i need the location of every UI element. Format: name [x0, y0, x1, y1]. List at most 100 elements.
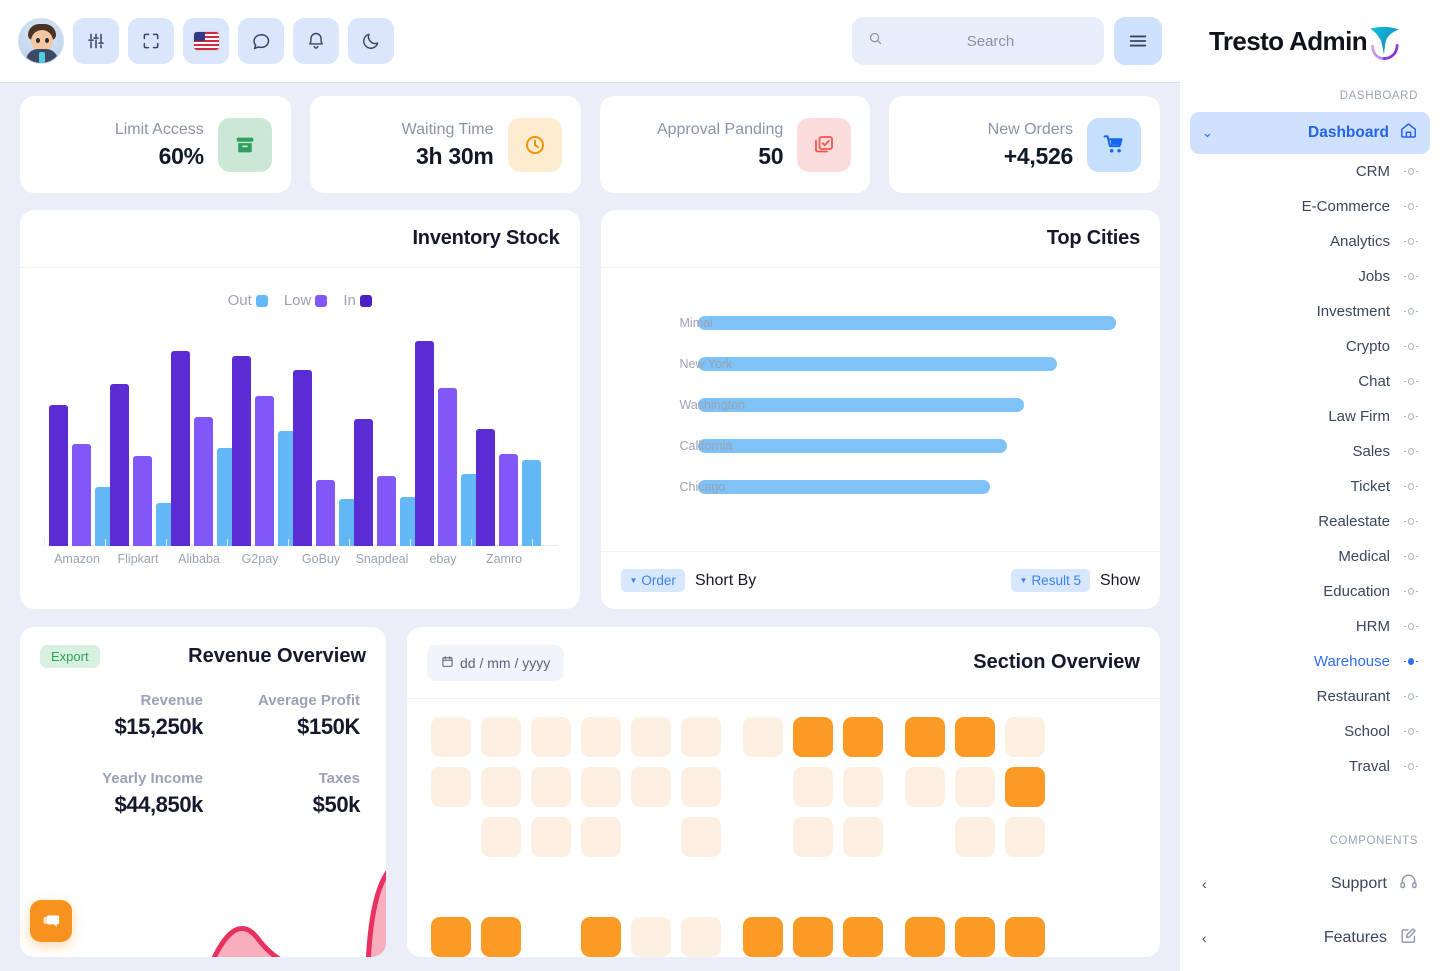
heatmap-cell[interactable] [743, 717, 783, 757]
sidebar-item-warehouse[interactable]: Warehouse [1190, 644, 1430, 679]
city-bar[interactable] [697, 315, 1116, 330]
city-bar-row[interactable]: New York [601, 343, 1161, 384]
heatmap-cell[interactable] [743, 917, 783, 957]
heatmap-cell[interactable] [681, 917, 721, 957]
sidebar-item-school[interactable]: School [1190, 714, 1430, 749]
bell-icon[interactable] [293, 18, 339, 64]
heatmap-cell[interactable] [843, 817, 883, 857]
sidebar-item-restaurant[interactable]: Restaurant [1190, 679, 1430, 714]
bar-low[interactable] [72, 444, 91, 546]
heatmap-cell[interactable] [843, 917, 883, 957]
avatar[interactable] [18, 18, 64, 64]
stat-card-waiting-time[interactable]: Waiting Time 3h 30m [309, 96, 581, 193]
bar-low[interactable] [438, 387, 457, 546]
heatmap-cell[interactable] [531, 767, 571, 807]
sidebar-item-jobs[interactable]: Jobs [1190, 259, 1430, 294]
heatmap-cell[interactable] [905, 917, 945, 957]
brand[interactable]: Tresto Admin [1180, 0, 1440, 82]
legend-item-in[interactable]: In [343, 292, 372, 309]
sidebar-item-traval[interactable]: Traval [1190, 749, 1430, 784]
bar-low[interactable] [133, 456, 152, 546]
bar-low[interactable] [255, 395, 274, 546]
city-bar[interactable] [697, 356, 1057, 371]
sidebar-item-realestate[interactable]: Realestate [1190, 504, 1430, 539]
result-dropdown[interactable]: ▼ Result 5 [1010, 569, 1090, 592]
bar-in[interactable] [415, 340, 434, 546]
heatmap-cell[interactable] [955, 917, 995, 957]
heatmap-cell[interactable] [481, 917, 521, 957]
bar-group[interactable] [49, 405, 114, 546]
menu-toggle-button[interactable] [1114, 17, 1162, 65]
city-bar-row[interactable]: California [601, 425, 1161, 466]
city-bar[interactable] [697, 438, 1007, 453]
heatmap-cell[interactable] [793, 717, 833, 757]
bar-out[interactable] [522, 460, 541, 546]
heatmap-cell[interactable] [631, 767, 671, 807]
sidebar-item-support[interactable]: ‹ Support [1190, 857, 1430, 911]
bar-in[interactable] [232, 356, 251, 546]
heatmap-cell[interactable] [1005, 817, 1045, 857]
heatmap-cell[interactable] [1005, 917, 1045, 957]
bar-in[interactable] [293, 370, 312, 546]
export-button[interactable]: Export [40, 645, 100, 668]
bar-group[interactable] [415, 340, 480, 546]
heatmap-cell[interactable] [1005, 767, 1045, 807]
sidebar-item-investment[interactable]: Investment [1190, 294, 1430, 329]
heatmap-cell[interactable] [631, 917, 671, 957]
heatmap-cell[interactable] [581, 917, 621, 957]
bar-in[interactable] [476, 428, 495, 546]
sidebar-item-e-commerce[interactable]: E-Commerce [1190, 189, 1430, 224]
heatmap-cell[interactable] [581, 817, 621, 857]
heatmap-cell[interactable] [905, 767, 945, 807]
search-input[interactable] [891, 32, 1090, 50]
bar-in[interactable] [110, 383, 129, 546]
bar-in[interactable] [171, 350, 190, 546]
heatmap-cell[interactable] [955, 717, 995, 757]
bar-group[interactable] [354, 418, 419, 546]
sidebar-item-dashboard[interactable]: ⌄ Dashboard [1190, 112, 1430, 154]
bar-in[interactable] [354, 418, 373, 546]
city-bar-row[interactable]: Mimai [601, 302, 1161, 343]
bar-low[interactable] [499, 454, 518, 546]
heatmap-cell[interactable] [531, 717, 571, 757]
sidebar-item-ticket[interactable]: Ticket [1190, 469, 1430, 504]
city-bar[interactable] [697, 479, 991, 494]
sidebar-item-features[interactable]: ‹ Features [1190, 911, 1430, 965]
legend-item-low[interactable]: Low [284, 292, 328, 309]
date-input[interactable]: dd / mm / yyyy [427, 644, 565, 681]
settings-sliders-icon[interactable] [73, 18, 119, 64]
city-bar-row[interactable]: Chicago [601, 466, 1161, 507]
heatmap-cell[interactable] [843, 767, 883, 807]
flag-us-icon[interactable] [183, 18, 229, 64]
heatmap-cell[interactable] [481, 717, 521, 757]
heatmap-cell[interactable] [1005, 717, 1045, 757]
city-bar[interactable] [697, 397, 1024, 412]
heatmap-cell[interactable] [431, 917, 471, 957]
sidebar-item-analytics[interactable]: Analytics [1190, 224, 1430, 259]
heatmap-cell[interactable] [581, 767, 621, 807]
stat-card-approval-panding[interactable]: Approval Panding 50 [599, 96, 871, 193]
bar-group[interactable] [110, 383, 175, 546]
heatmap-cell[interactable] [481, 767, 521, 807]
heatmap-cell[interactable] [843, 717, 883, 757]
sidebar-item-law-firm[interactable]: Law Firm [1190, 399, 1430, 434]
city-bar-row[interactable]: Washington [601, 384, 1161, 425]
heatmap-cell[interactable] [793, 817, 833, 857]
sidebar-item-education[interactable]: Education [1190, 574, 1430, 609]
search-box[interactable] [852, 17, 1104, 65]
stat-card-limit-access[interactable]: Limit Access 60% [20, 96, 291, 193]
chat-icon[interactable] [238, 18, 284, 64]
bar-low[interactable] [377, 475, 396, 546]
bar-group[interactable] [476, 428, 541, 546]
sidebar-item-hrm[interactable]: HRM [1190, 609, 1430, 644]
legend-item-out[interactable]: Out [228, 292, 268, 309]
heatmap-cell[interactable] [793, 767, 833, 807]
order-dropdown[interactable]: ▼ Order [620, 569, 685, 592]
heatmap-cell[interactable] [955, 817, 995, 857]
heatmap-cell[interactable] [431, 717, 471, 757]
fullscreen-icon[interactable] [128, 18, 174, 64]
sidebar-item-crm[interactable]: CRM [1190, 154, 1430, 189]
sidebar-item-medical[interactable]: Medical [1190, 539, 1430, 574]
heatmap-cell[interactable] [793, 917, 833, 957]
heatmap-cell[interactable] [955, 767, 995, 807]
